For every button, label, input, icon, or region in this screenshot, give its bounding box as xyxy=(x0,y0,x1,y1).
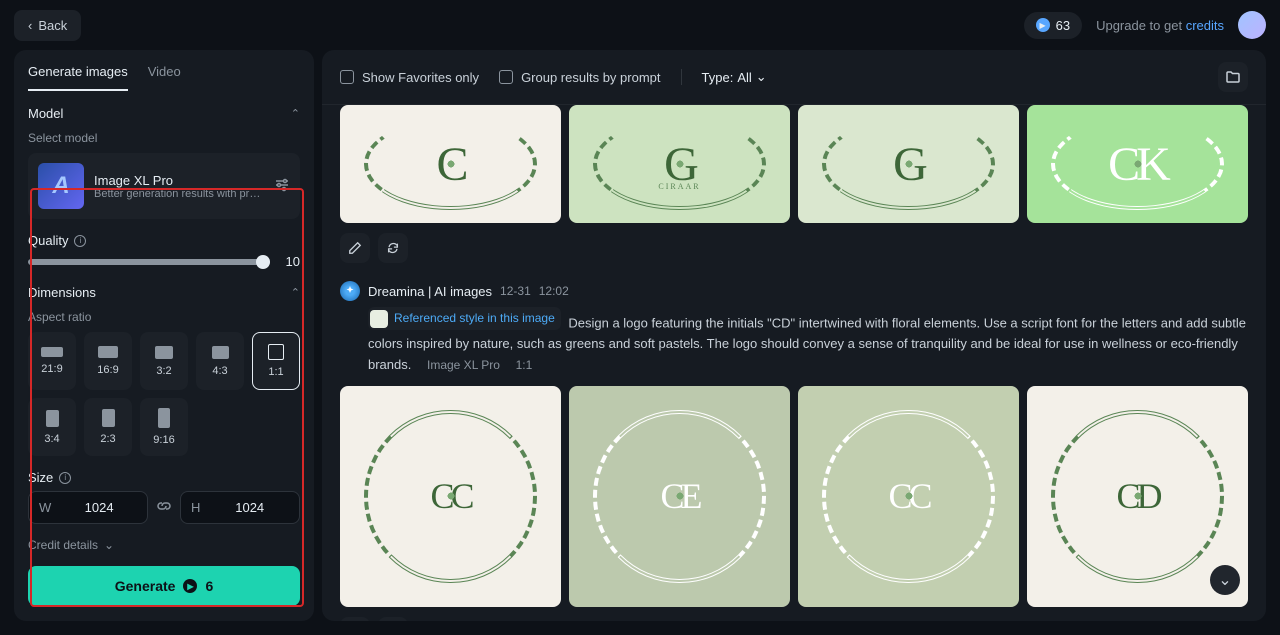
chevron-up-icon: ⌃ xyxy=(291,286,300,299)
chevron-down-icon: ⌄ xyxy=(756,69,767,85)
checkbox-icon xyxy=(340,70,354,84)
sidebar: Generate images Video Model ⌃ Select mod… xyxy=(14,50,314,621)
result-image[interactable]: C xyxy=(340,105,561,223)
credits-pill[interactable]: ▶ 63 xyxy=(1024,12,1082,39)
reference-thumb xyxy=(370,310,388,328)
regenerate-button[interactable] xyxy=(378,617,408,621)
author-name: Dreamina | AI images xyxy=(368,284,492,299)
content-area: Show Favorites only Group results by pro… xyxy=(322,50,1266,621)
avatar[interactable] xyxy=(1238,11,1266,39)
chevron-up-icon: ⌃ xyxy=(291,107,300,120)
aspect-ratio-3-4[interactable]: 3:4 xyxy=(28,398,76,456)
result-image[interactable]: CC xyxy=(340,386,561,607)
result-image[interactable]: G xyxy=(798,105,1019,223)
folder-button[interactable] xyxy=(1218,62,1248,92)
chevron-down-icon: ⌄ xyxy=(104,538,114,552)
quality-slider[interactable] xyxy=(28,259,270,265)
aspect-ratio-21-9[interactable]: 21:9 xyxy=(28,332,76,390)
info-icon[interactable]: i xyxy=(74,235,86,247)
size-label: Size xyxy=(28,470,53,485)
result-image[interactable]: GCIRAAR xyxy=(569,105,790,223)
reference-style-chip[interactable]: Referenced style in this image xyxy=(368,307,561,330)
generate-button[interactable]: Generate ▶ 6 xyxy=(28,566,300,606)
edit-button[interactable] xyxy=(340,233,370,263)
aspect-ratio-label: Aspect ratio xyxy=(28,310,300,324)
credit-details-toggle[interactable]: Credit details ⌄ xyxy=(28,538,300,552)
back-button[interactable]: ‹ Back xyxy=(14,10,81,41)
prompt-body: Referenced style in this image Design a … xyxy=(340,307,1248,376)
divider xyxy=(681,69,682,85)
dimensions-section-head[interactable]: Dimensions ⌃ xyxy=(28,285,300,300)
regenerate-button[interactable] xyxy=(378,233,408,263)
result-image[interactable]: CK xyxy=(1027,105,1248,223)
aspect-ratio-2-3[interactable]: 2:3 xyxy=(84,398,132,456)
model-thumb: A xyxy=(38,163,84,209)
select-model-label: Select model xyxy=(28,131,300,145)
upgrade-link[interactable]: Upgrade to get credits xyxy=(1096,18,1224,33)
model-tag: Image XL Pro xyxy=(427,358,500,372)
width-input[interactable]: W 1024 xyxy=(28,491,148,524)
model-card[interactable]: A Image XL Pro Better generation results… xyxy=(28,153,300,219)
aspect-ratio-1-1[interactable]: 1:1 xyxy=(252,332,300,390)
prompt-date: 12-31 xyxy=(500,284,531,298)
credits-count: 63 xyxy=(1056,18,1070,33)
credit-icon: ▶ xyxy=(1036,18,1050,32)
tab-video[interactable]: Video xyxy=(148,64,181,91)
scroll-down-button[interactable]: ⌄ xyxy=(1210,565,1240,595)
sliders-icon[interactable] xyxy=(274,177,290,196)
show-favorites-checkbox[interactable]: Show Favorites only xyxy=(340,70,479,85)
quality-value: 10 xyxy=(280,254,300,269)
back-label: Back xyxy=(38,18,67,33)
topbar-right: ▶ 63 Upgrade to get credits xyxy=(1024,11,1266,39)
link-icon[interactable] xyxy=(156,498,172,517)
group-results-checkbox[interactable]: Group results by prompt xyxy=(499,70,660,85)
chevron-left-icon: ‹ xyxy=(28,18,32,33)
ratio-tag: 1:1 xyxy=(516,358,533,372)
quality-label: Quality xyxy=(28,233,68,248)
type-dropdown[interactable]: Type: All ⌄ xyxy=(702,69,767,85)
result-image[interactable]: CE xyxy=(569,386,790,607)
edit-button[interactable] xyxy=(340,617,370,621)
author-avatar xyxy=(340,281,360,301)
model-name: Image XL Pro xyxy=(94,173,264,188)
height-input[interactable]: H 1024 xyxy=(180,491,300,524)
aspect-ratio-4-3[interactable]: 4:3 xyxy=(196,332,244,390)
slider-thumb[interactable] xyxy=(256,255,270,269)
result-image[interactable]: CC xyxy=(798,386,1019,607)
aspect-ratio-16-9[interactable]: 16:9 xyxy=(84,332,132,390)
credit-icon: ▶ xyxy=(183,579,197,593)
aspect-ratio-9-16[interactable]: 9:16 xyxy=(140,398,188,456)
info-icon[interactable]: i xyxy=(59,472,71,484)
tab-generate-images[interactable]: Generate images xyxy=(28,64,128,91)
aspect-ratio-3-2[interactable]: 3:2 xyxy=(140,332,188,390)
model-desc: Better generation results with profe… xyxy=(94,188,264,200)
prompt-time: 12:02 xyxy=(539,284,569,298)
model-section-head[interactable]: Model ⌃ xyxy=(28,106,300,121)
checkbox-icon xyxy=(499,70,513,84)
chevron-down-icon: ⌄ xyxy=(1218,570,1231,590)
